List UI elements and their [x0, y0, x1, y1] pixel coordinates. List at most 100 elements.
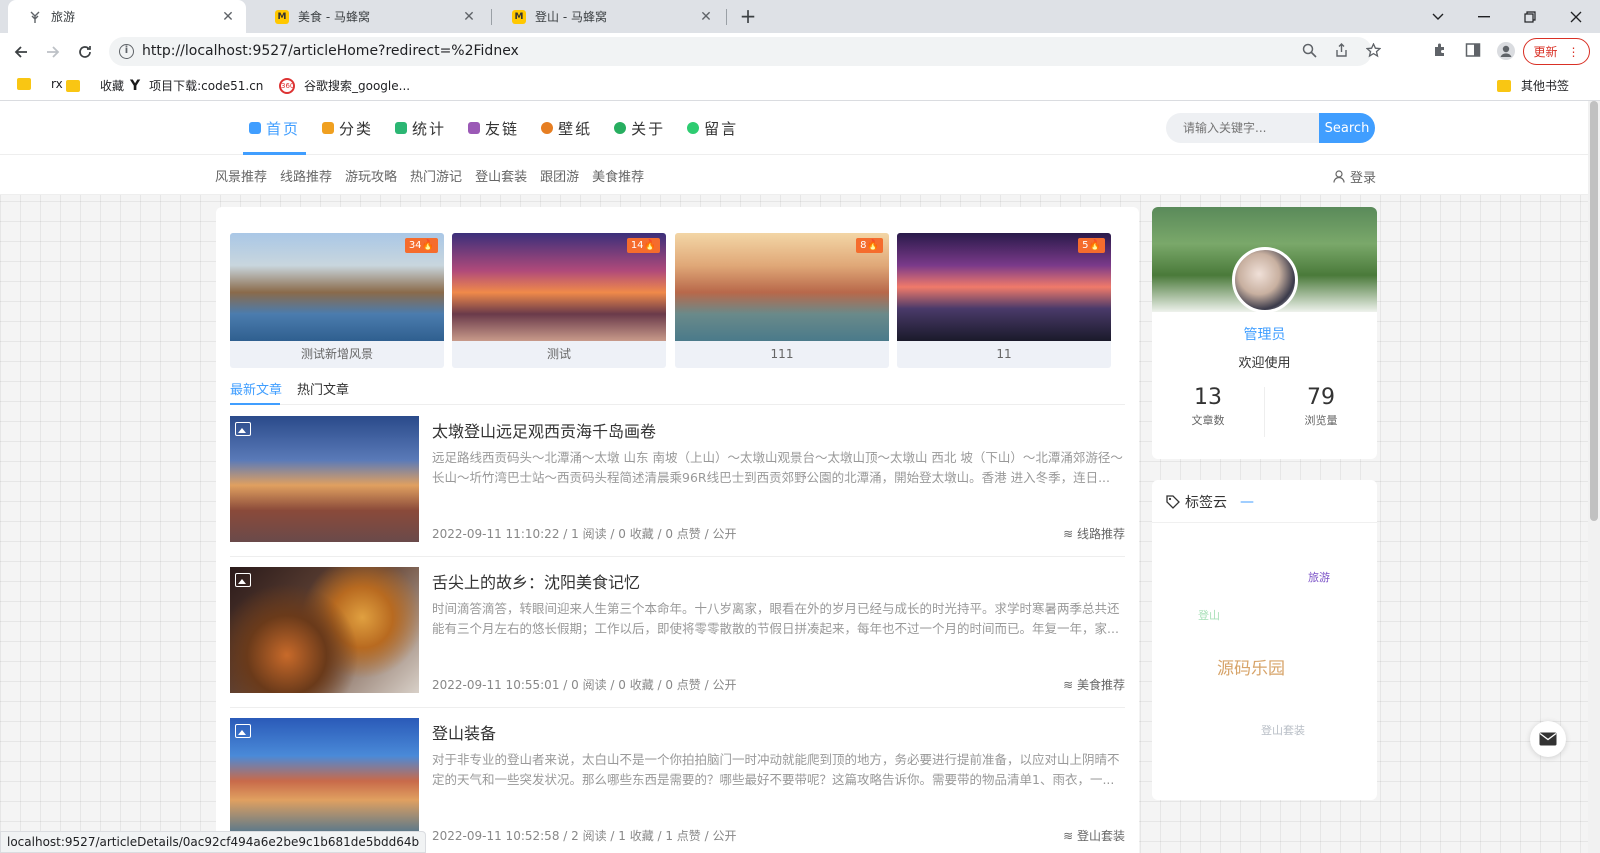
mail-float-button[interactable] — [1530, 721, 1566, 757]
more-menu-icon[interactable]: ⋮ — [1568, 45, 1580, 59]
update-button[interactable]: 更新 ⋮ — [1523, 38, 1590, 65]
subnav-item[interactable]: 美食推荐 — [592, 166, 644, 185]
bookmark-google[interactable]: 360 谷歌搜索_google... — [279, 77, 410, 94]
article-category[interactable]: ≋ 线路推荐 — [1063, 525, 1125, 542]
share-icon[interactable] — [1334, 43, 1349, 62]
nav-about[interactable]: 关于 — [608, 101, 671, 155]
article-tabs: 最新文章 热门文章 — [230, 375, 1125, 405]
subnav-item[interactable]: 线路推荐 — [280, 166, 332, 185]
back-icon[interactable] — [8, 39, 34, 65]
reload-icon[interactable] — [72, 39, 98, 65]
nav-message[interactable]: 留言 — [681, 101, 744, 155]
user-icon — [1333, 170, 1345, 183]
new-tab-icon[interactable]: + — [737, 6, 759, 28]
scenery-card[interactable]: 5🔥 11 — [897, 233, 1111, 368]
restore-icon[interactable] — [1507, 0, 1553, 33]
extensions-icon[interactable] — [1432, 42, 1448, 62]
subnav-item[interactable]: 风景推荐 — [215, 166, 267, 185]
stat-label: 文章数 — [1191, 414, 1225, 427]
article-category[interactable]: ≋ 美食推荐 — [1063, 676, 1125, 693]
article-title[interactable]: 太墩登山远足观西贡海千岛画卷 — [432, 418, 656, 442]
browser-tab-travel[interactable]: 旅游 ✕ — [8, 0, 246, 33]
site-info-icon[interactable]: i — [119, 44, 134, 59]
bookmark-other[interactable]: 其他书签 — [1497, 77, 1569, 94]
close-tab-icon[interactable]: ✕ — [220, 9, 236, 25]
close-window-icon[interactable] — [1553, 0, 1599, 33]
stat-views: 79 浏览量 — [1265, 385, 1377, 428]
search-button[interactable]: Search — [1319, 113, 1375, 143]
code51-logo-icon: Y — [130, 77, 141, 94]
tab-popular[interactable]: 热门文章 — [297, 379, 349, 398]
article-item[interactable]: 太墩登山远足观西贡海千岛画卷 远足路线西贡码头～北潭涌～太墩 山东 南坡（上山）… — [230, 416, 1125, 557]
article-summary: 远足路线西贡码头～北潭涌～太墩 山东 南坡（上山）～太墩山观景台～太墩山顶～太墩… — [432, 450, 1123, 485]
image-icon — [235, 422, 251, 436]
hot-badge: 14🔥 — [626, 238, 660, 253]
profile-name[interactable]: 管理员 — [1152, 324, 1377, 344]
stat-articles: 13 文章数 — [1152, 385, 1264, 428]
scrollbar-thumb[interactable] — [1590, 101, 1598, 521]
subnav-item[interactable]: 登山套装 — [475, 166, 527, 185]
zoom-icon[interactable] — [1302, 43, 1317, 62]
close-tab-icon[interactable]: ✕ — [698, 9, 714, 25]
article-title[interactable]: 登山装备 — [432, 720, 496, 744]
login-link[interactable]: 登录 — [1333, 167, 1376, 186]
scenery-card[interactable]: 14🔥 测试 — [452, 233, 666, 368]
search-input[interactable] — [1166, 113, 1321, 143]
nav-category[interactable]: 分类 — [316, 101, 379, 155]
bookmark-code51[interactable]: Y 项目下载:code51.cn — [130, 77, 263, 94]
nav-home[interactable]: 首页 — [243, 101, 307, 155]
close-tab-icon[interactable]: ✕ — [461, 9, 477, 25]
login-label: 登录 — [1350, 171, 1377, 186]
about-icon — [614, 122, 627, 134]
tab-search-icon[interactable] — [1415, 0, 1461, 33]
subnav-item[interactable]: 游玩攻略 — [345, 166, 397, 185]
article-item[interactable]: 舌尖上的故乡：沈阳美食记忆 时间滴答滴答，转眼间迎来人生第三个本命年。十八岁离家… — [230, 567, 1125, 708]
nav-label: 分类 — [339, 119, 374, 138]
tag-item[interactable]: 旅游 — [1308, 569, 1330, 585]
status-bar-url: localhost:9527/articleDetails/0ac92cf494… — [0, 831, 427, 853]
layers-icon: ≋ — [1063, 527, 1074, 541]
forward-icon[interactable] — [40, 39, 66, 65]
category-label: 美食推荐 — [1076, 678, 1125, 692]
tag-item[interactable]: 源码乐园 — [1217, 654, 1285, 679]
tab-latest[interactable]: 最新文章 — [230, 379, 282, 398]
card-title: 111 — [770, 347, 794, 361]
mafengwo-favicon-icon: M — [512, 9, 526, 24]
page-scrollbar[interactable] — [1588, 101, 1600, 853]
bookmark-rx[interactable]: rx — [17, 77, 63, 91]
site-header: 首页 分类 统计 友链 壁纸 关于 留言 请输入关键字... Search — [0, 101, 1600, 155]
tag-cloud-title: 标签云 — [1185, 495, 1227, 511]
nav-stats[interactable]: 统计 — [389, 101, 452, 155]
article-cover — [230, 567, 419, 693]
profile-card: 管理员 欢迎使用 13 文章数 79 浏览量 — [1152, 207, 1377, 459]
subnav-item[interactable]: 热门游记 — [410, 166, 462, 185]
address-url[interactable]: http://localhost:9527/articleHome?redire… — [142, 43, 519, 59]
browser-tab-climbing[interactable]: M 登山 - 马蜂窝 ✕ — [492, 0, 724, 33]
scenery-card[interactable]: 8🔥 111 — [675, 233, 889, 368]
360-browser-icon: 360 — [279, 77, 295, 94]
address-bar[interactable]: i http://localhost:9527/articleHome?redi… — [109, 37, 1382, 66]
scenery-card[interactable]: 34🔥 测试新增风景 — [230, 233, 444, 368]
subnav-item[interactable]: 跟团游 — [540, 166, 579, 185]
nav-wallpaper[interactable]: 壁纸 — [535, 101, 598, 155]
bookmark-favorites[interactable]: 收藏 — [66, 77, 124, 94]
nav-links[interactable]: 友链 — [462, 101, 525, 155]
bookmark-star-icon[interactable] — [1365, 42, 1382, 62]
category-subnav: 风景推荐 线路推荐 游玩攻略 热门游记 登山套装 跟团游 美食推荐 登录 — [0, 155, 1600, 195]
tag-item[interactable]: 登山套装 — [1261, 722, 1305, 738]
tag-cloud-dash: — — [1240, 494, 1254, 510]
links-icon — [468, 122, 481, 134]
card-title: 测试 — [546, 347, 571, 361]
folder-icon — [66, 79, 80, 92]
browser-tab-food[interactable]: M 美食 - 马蜂窝 ✕ — [255, 0, 487, 33]
profile-icon[interactable] — [1496, 41, 1516, 65]
nav-label: 留言 — [704, 119, 739, 138]
article-category[interactable]: ≋ 登山套装 — [1063, 827, 1125, 844]
main-content: 34🔥 测试新增风景 14🔥 测试 8🔥 111 5🔥 11 最新文章 热门文章 — [216, 207, 1139, 853]
article-title[interactable]: 舌尖上的故乡：沈阳美食记忆 — [432, 569, 640, 593]
tag-item[interactable]: 登山 — [1198, 607, 1220, 623]
stats-icon — [395, 122, 408, 134]
side-panel-icon[interactable] — [1465, 42, 1481, 62]
minimize-icon[interactable] — [1461, 0, 1507, 33]
avatar[interactable] — [1232, 247, 1298, 313]
